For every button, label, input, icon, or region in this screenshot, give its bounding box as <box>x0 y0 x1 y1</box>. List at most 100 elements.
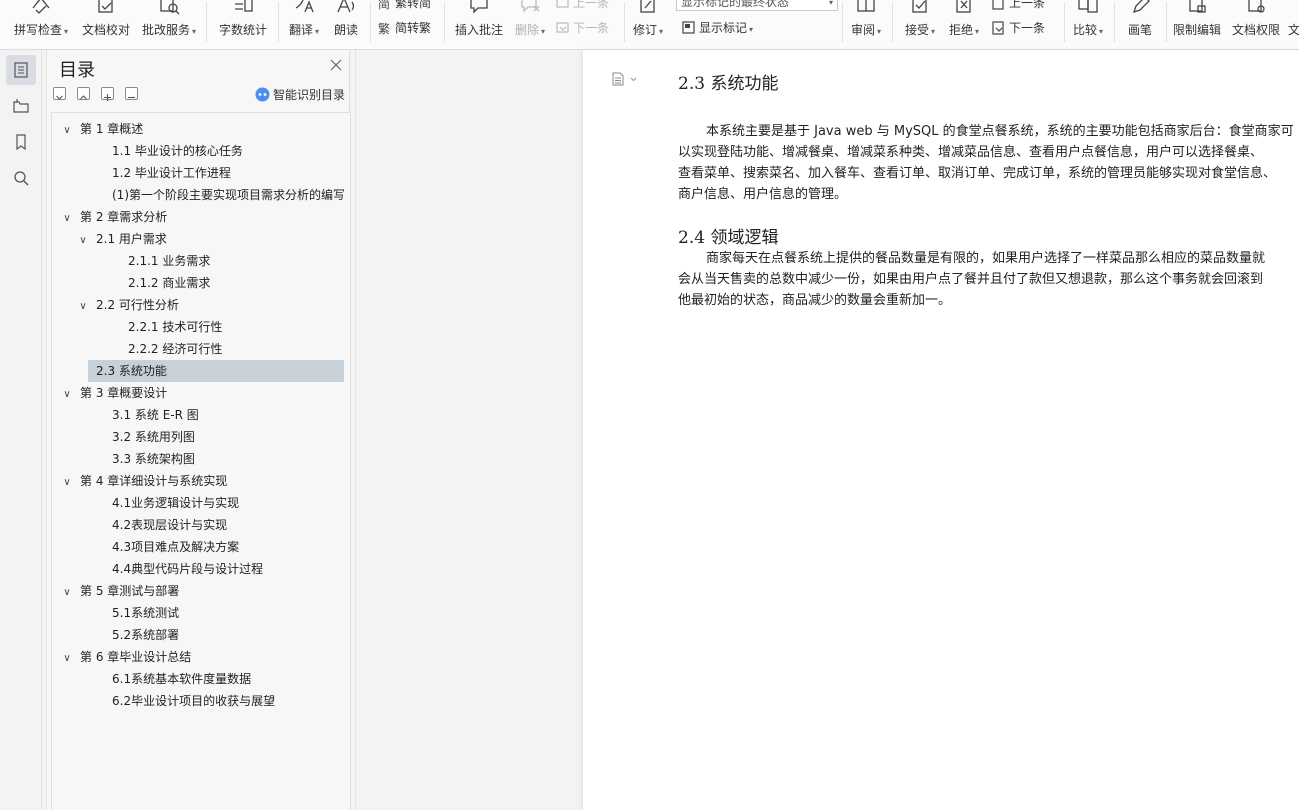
track-changes-icon <box>640 0 655 13</box>
toc-item[interactable]: 2.2.2 经济可行性 <box>92 338 344 360</box>
toc-item[interactable]: 2.2.1 技术可行性 <box>92 316 344 338</box>
spell-check-button[interactable]: 拼写检查 ▾ <box>8 0 74 49</box>
toc-item-label: 第 1 章概述 <box>80 122 144 136</box>
translate-button[interactable]: 翻译 ▾ <box>284 0 324 49</box>
toc-item[interactable]: ∨ 第 1 章概述 <box>60 118 344 140</box>
track-changes-button[interactable]: 修订 ▾ <box>628 0 668 49</box>
expand-toggle-icon[interactable]: ∨ <box>76 296 90 316</box>
toc-item[interactable]: 4.2表现层设计与实现 <box>76 514 344 536</box>
paragraph-line: 本系统主要是基于 Java web 与 MySQL 的食堂点餐系统，系统的主要功… <box>706 124 1294 139</box>
ribbon-divider <box>206 2 207 42</box>
reviewing-pane-icon <box>857 0 875 12</box>
expand-all-button[interactable] <box>77 87 90 100</box>
toc-item[interactable]: 5.2系统部署 <box>76 624 344 646</box>
toc-item[interactable]: 3.3 系统架构图 <box>76 448 344 470</box>
toc-item-label: 1.1 毕业设计的核心任务 <box>112 144 243 158</box>
toc-item[interactable]: 1.2 毕业设计工作进程 <box>76 162 344 184</box>
show-markup-button[interactable]: 显示标记 ▾ <box>682 20 753 36</box>
toc-item[interactable]: ∨ 第 4 章详细设计与系统实现 <box>60 470 344 492</box>
toc-item[interactable]: ∨ 2.2 可行性分析 <box>76 294 344 316</box>
toc-item[interactable]: ∨ 第 2 章需求分析 <box>60 206 344 228</box>
toc-item[interactable]: 1.1 毕业设计的核心任务 <box>76 140 344 162</box>
next-change-button[interactable]: 下一条 <box>992 20 1045 36</box>
toc-item-label: 第 5 章测试与部署 <box>80 584 180 598</box>
expand-toggle-icon[interactable]: ∨ <box>76 230 90 250</box>
expand-toggle-icon[interactable]: ∨ <box>60 582 74 602</box>
toc-item-label: 3.1 系统 E-R 图 <box>112 408 199 422</box>
word-count-button[interactable]: 字数统计 <box>214 0 272 49</box>
toc-item[interactable]: ∨ 2.1 用户需求 <box>76 228 344 250</box>
doc-proof-label: 文档校对 <box>81 23 130 37</box>
toc-item[interactable]: 4.3项目难点及解决方案 <box>76 536 344 558</box>
trad-to-simp-button[interactable]: 简繁转简 <box>378 0 431 11</box>
trad-to-simp-label: 繁转简 <box>395 0 432 10</box>
expand-toggle-icon[interactable]: ∨ <box>60 472 74 492</box>
reject-button[interactable]: 拒绝 ▾ <box>944 0 984 49</box>
toc-item-label: 2.1 用户需求 <box>96 232 167 246</box>
markup-mode-value: 显示标记的最终状态 <box>681 0 790 9</box>
chapter-nav-button[interactable] <box>6 91 36 121</box>
expand-toggle-icon[interactable]: ∨ <box>60 648 74 668</box>
svg-text:简: 简 <box>378 0 390 10</box>
reject-icon <box>956 0 971 13</box>
expand-toggle-icon[interactable]: ∨ <box>60 208 74 228</box>
insert-comment-label: 插入批注 <box>454 23 503 37</box>
toc-item[interactable]: 2.1.1 业务需求 <box>92 250 344 272</box>
search-button[interactable] <box>6 163 36 193</box>
read-aloud-button[interactable]: 朗读 <box>328 0 364 49</box>
ribbon-divider <box>444 2 445 42</box>
toc-item[interactable]: ∨ 第 6 章毕业设计总结 <box>60 646 344 668</box>
accept-button[interactable]: 接受 ▾ <box>900 0 940 49</box>
toc-panel-button[interactable] <box>6 55 36 85</box>
show-markup-label: 显示标记 <box>699 21 748 35</box>
chevron-down-icon: ▾ <box>975 27 980 36</box>
prev-comment-button[interactable]: 上一条 <box>556 0 609 11</box>
simp-to-trad-button[interactable]: 繁简转繁 <box>378 20 431 36</box>
pen-button[interactable]: 画笔 <box>1120 0 1160 49</box>
review-service-button[interactable]: 批改服务 ▾ <box>138 0 200 49</box>
paragraph-layout-icon[interactable] <box>611 72 639 86</box>
add-heading-button[interactable] <box>101 87 114 101</box>
toc-item[interactable]: 5.1系统测试 <box>76 602 344 624</box>
close-icon[interactable] <box>330 59 342 71</box>
prev-change-button[interactable]: 上一条 <box>992 0 1045 11</box>
delete-comment-button[interactable]: 删除 ▾ <box>510 0 550 49</box>
toc-item-label: 2.1.1 业务需求 <box>128 254 211 268</box>
markup-mode-select[interactable]: 显示标记的最终状态 ▾ <box>676 0 838 11</box>
toc-item[interactable]: 6.2毕业设计项目的收获与展望 <box>76 690 344 712</box>
toc-item[interactable]: ∨ 第 5 章测试与部署 <box>60 580 344 602</box>
expand-toggle-icon[interactable]: ∨ <box>60 120 74 140</box>
insert-comment-button[interactable]: 插入批注 <box>450 0 508 49</box>
toc-item[interactable]: 2.1.2 商业需求 <box>92 272 344 294</box>
document-page[interactable]: 2.3 系统功能 本系统主要是基于 Java web 与 MySQL 的食堂点餐… <box>583 50 1299 810</box>
toc-item[interactable]: 6.1系统基本软件度量数据 <box>76 668 344 690</box>
bookmark-icon <box>16 134 26 150</box>
toc-item[interactable]: 3.2 系统用列图 <box>76 426 344 448</box>
expand-toggle-icon[interactable]: ∨ <box>60 384 74 404</box>
doc-proof-button[interactable]: 文档校对 <box>78 0 134 49</box>
toc-item[interactable]: 3.1 系统 E-R 图 <box>76 404 344 426</box>
toc-item[interactable]: 4.4典型代码片段与设计过程 <box>76 558 344 580</box>
next-comment-button[interactable]: 下一条 <box>556 20 609 36</box>
compare-icon <box>1078 0 1098 13</box>
doc-permission-button[interactable]: 文档权限 <box>1228 0 1284 49</box>
toc-item-label: 6.2毕业设计项目的收获与展望 <box>112 694 276 708</box>
more-ribbon-button[interactable]: 文 <box>1288 0 1299 49</box>
remove-heading-button[interactable] <box>125 87 138 100</box>
collapse-all-button[interactable] <box>53 87 66 100</box>
pen-icon <box>1132 0 1150 14</box>
toc-item[interactable]: 4.1业务逻辑设计与实现 <box>76 492 344 514</box>
toc-item[interactable]: 2.3 系统功能 <box>88 360 344 382</box>
bookmark-button[interactable] <box>6 127 36 157</box>
reviewing-pane-label: 审阅 <box>850 23 875 37</box>
reviewing-pane-button[interactable]: 审阅 ▾ <box>846 0 886 49</box>
toc-item-label: 2.2.2 经济可行性 <box>128 342 223 356</box>
toc-item[interactable]: ∨ 第 3 章概要设计 <box>60 382 344 404</box>
ribbon-divider <box>278 2 279 42</box>
toc-item[interactable]: (1)第一个阶段主要实现项目需求分析的编写 ... <box>76 184 344 206</box>
doc-permission-icon <box>1248 0 1265 13</box>
restrict-editing-button[interactable]: 限制编辑 <box>1170 0 1224 49</box>
smart-toc-button[interactable]: 智能识别目录 <box>255 86 345 103</box>
toc-item-label: 2.3 系统功能 <box>96 364 167 378</box>
compare-button[interactable]: 比较 ▾ <box>1068 0 1108 49</box>
